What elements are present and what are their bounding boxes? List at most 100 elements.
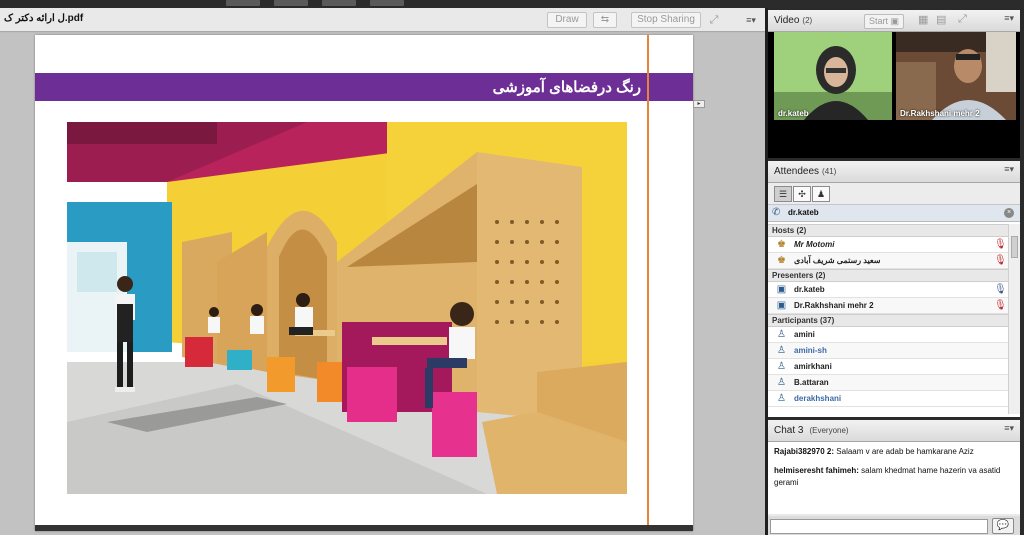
attendees-scrollbar[interactable]	[1008, 224, 1020, 414]
video-title-text: Video	[774, 15, 800, 26]
attendee-name: سعید رستمی شریف آبادی	[794, 256, 881, 265]
phone-icon: ✆	[772, 207, 781, 218]
video-tile-name: dr.kateb	[778, 109, 809, 118]
toolbar-button[interactable]	[370, 0, 404, 6]
mic-muted-icon: 🎙	[994, 255, 1007, 266]
start-video-button[interactable]: Start ▣	[864, 14, 905, 29]
video-tile-name: Dr.Rakhshani mehr 2	[900, 109, 980, 118]
grid-view-icon[interactable]: ▦	[918, 13, 928, 26]
toolbar-button[interactable]	[274, 0, 308, 6]
video-pod-header: Video (2) Start ▣ ▦ ▤ ⤢ ≡▾	[768, 10, 1020, 32]
sync-icon[interactable]: ⇆	[593, 12, 617, 28]
host-icon: ♚	[777, 239, 786, 250]
slide-accent-line	[647, 35, 649, 531]
attendees-pod-header: Attendees (41) ≡▾	[768, 161, 1020, 183]
mic-muted-icon: 🎙	[994, 300, 1007, 311]
filmstrip-view-icon[interactable]: ▤	[936, 13, 946, 26]
group-label: Hosts (2)	[772, 226, 807, 235]
chat-title-text: Chat 3	[774, 425, 804, 436]
chat-scope: (Everyone)	[809, 426, 849, 435]
participant-video	[896, 32, 1016, 120]
chat-message: Rajabi382970 2: Salaam v are adab be ham…	[774, 446, 1014, 458]
attendee-row[interactable]: ▣ dr.kateb 🎙	[768, 282, 1008, 298]
close-icon[interactable]: ×	[1004, 208, 1014, 218]
attendee-name: dr.kateb	[794, 285, 825, 294]
toolbar-button[interactable]	[322, 0, 356, 6]
attendee-name: Dr.Rakhshani mehr 2	[794, 301, 874, 310]
attendee-row[interactable]: ▣ Dr.Rakhshani mehr 2 🎙	[768, 298, 1008, 314]
attendee-name: amirkhani	[794, 362, 832, 371]
pod-menu-icon[interactable]: ≡▾	[1004, 423, 1014, 434]
pod-menu-icon[interactable]: ≡▾	[1004, 164, 1014, 175]
video-tile[interactable]: Dr.Rakhshani mehr 2	[896, 32, 1016, 120]
attendees-toolbar: ☰ ✣ ♟	[768, 183, 1020, 205]
attendee-name: amini	[794, 330, 815, 339]
stop-sharing-button[interactable]: Stop Sharing	[631, 12, 701, 28]
my-name: dr.kateb	[788, 208, 819, 217]
toolbar-button[interactable]	[226, 0, 260, 6]
attendees-title-text: Attendees	[774, 166, 820, 177]
presenter-icon: ▣	[776, 300, 787, 311]
attendee-row[interactable]: ♙ derakhshani	[768, 391, 1008, 407]
video-pod: Video (2) Start ▣ ▦ ▤ ⤢ ≡▾ dr.kateb Dr.R…	[768, 10, 1020, 158]
video-count: (2)	[802, 16, 813, 25]
chat-sender: helmiseresht fahimeh:	[774, 466, 859, 475]
right-panel: Video (2) Start ▣ ▦ ▤ ⤢ ≡▾ dr.kateb Dr.R…	[768, 8, 1024, 535]
slide-title-band: رنگ درفضاهای آموزشی	[35, 73, 693, 101]
status-view-icon[interactable]: ✣	[793, 186, 811, 202]
participant-icon: ♙	[777, 377, 786, 388]
group-header-hosts[interactable]: Hosts (2)	[768, 224, 1008, 237]
chat-text: Salaam v are adab be hamkarane Aziz	[836, 447, 974, 456]
host-icon: ♚	[777, 255, 786, 266]
group-label: Participants (37)	[772, 316, 835, 325]
attendee-row[interactable]: ♙ amini-sh	[768, 343, 1008, 359]
attendee-row[interactable]: ♚ Mr Motomi 🎙	[768, 237, 1008, 253]
my-status-bar[interactable]: ✆ dr.kateb ×	[768, 205, 1020, 222]
chat-pod-header: Chat 3 (Everyone) ≡▾	[768, 420, 1020, 442]
chat-pod: Chat 3 (Everyone) ≡▾ Rajabi382970 2: Sala…	[768, 420, 1020, 535]
video-tile[interactable]: dr.kateb	[774, 32, 892, 120]
collapse-arrow-icon[interactable]: ▸	[693, 100, 705, 108]
attendees-pod: Attendees (41) ≡▾ ☰ ✣ ♟ ✆ dr.kateb × Host…	[768, 161, 1020, 417]
slide-title: رنگ درفضاهای آموزشی	[492, 79, 641, 96]
fullscreen-icon[interactable]: ⤢	[958, 13, 967, 26]
attendee-row[interactable]: ♙ B.attaran	[768, 375, 1008, 391]
chat-sender: Rajabi382970 2:	[774, 447, 835, 456]
presenter-icon: ▣	[776, 284, 787, 295]
attendee-name: Mr Motomi	[794, 240, 835, 249]
document-viewer: رنگ درفضاهای آموزشی ▸	[0, 33, 765, 535]
slide-page: رنگ درفضاهای آموزشی	[35, 35, 693, 531]
attendee-row[interactable]: ♙ amini	[768, 327, 1008, 343]
attendees-count: (41)	[822, 167, 837, 176]
send-message-icon[interactable]: 💬	[992, 518, 1014, 534]
camera-icon: ▣	[890, 16, 900, 26]
mic-muted-icon: 🎙	[994, 239, 1007, 250]
list-view-icon[interactable]: ☰	[774, 186, 792, 202]
share-pod-header: ل ارائه دکتر ک.pdf Draw ⇆ Stop Sharing ⤢…	[0, 8, 765, 32]
classroom-illustration	[67, 122, 627, 494]
participant-icon: ♙	[777, 345, 786, 356]
participant-icon: ♙	[777, 393, 786, 404]
pod-menu-icon[interactable]: ≡▾	[1004, 13, 1014, 24]
attendees-list: Hosts (2) ♚ Mr Motomi 🎙 ♚ سعید رستمی شری…	[768, 224, 1008, 414]
share-pod: ل ارائه دکتر ک.pdf Draw ⇆ Stop Sharing ⤢…	[0, 8, 765, 535]
draw-button[interactable]: Draw	[547, 12, 587, 28]
attendee-name: B.attaran	[794, 378, 829, 387]
mic-active-icon: 🎙	[994, 284, 1007, 295]
video-pod-title: Video (2)	[774, 15, 812, 26]
attendee-name: amini-sh	[794, 346, 827, 355]
attendee-row[interactable]: ♙ amirkhani	[768, 359, 1008, 375]
pod-menu-icon[interactable]: ≡▾	[740, 12, 762, 28]
chat-input-bar: 💬	[768, 516, 1020, 535]
chat-message: helmiseresht fahimeh: salam khedmat hame…	[774, 465, 1014, 489]
scrollbar-thumb[interactable]	[1011, 236, 1018, 258]
attendee-row[interactable]: ♚ سعید رستمی شریف آبادی 🎙	[768, 253, 1008, 269]
group-header-participants[interactable]: Participants (37)	[768, 314, 1008, 327]
group-header-presenters[interactable]: Presenters (2)	[768, 269, 1008, 282]
chat-input[interactable]	[770, 519, 988, 534]
classroom-photo	[67, 122, 627, 494]
fullscreen-icon[interactable]: ⤢	[705, 12, 723, 28]
attendee-name: derakhshani	[794, 394, 842, 403]
participant-icon: ♙	[777, 361, 786, 372]
role-view-icon[interactable]: ♟	[812, 186, 830, 202]
